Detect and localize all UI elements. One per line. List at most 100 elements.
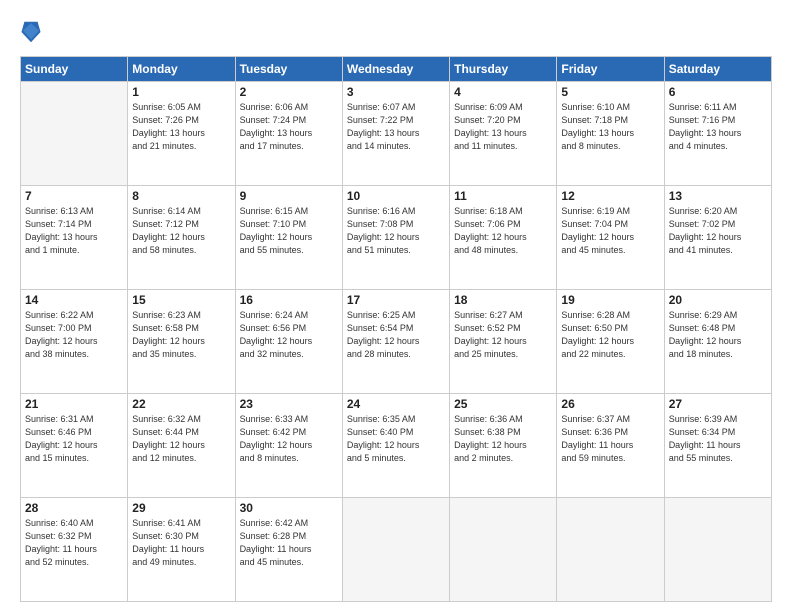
day-info: Sunrise: 6:19 AM Sunset: 7:04 PM Dayligh… <box>561 205 659 257</box>
week-row-4: 21 Sunrise: 6:31 AM Sunset: 6:46 PM Dayli… <box>21 394 772 498</box>
calendar-cell: 29 Sunrise: 6:41 AM Sunset: 6:30 PM Dayli… <box>128 498 235 602</box>
day-info: Sunrise: 6:31 AM Sunset: 6:46 PM Dayligh… <box>25 413 123 465</box>
day-info: Sunrise: 6:40 AM Sunset: 6:32 PM Dayligh… <box>25 517 123 569</box>
day-number: 4 <box>454 85 552 99</box>
day-info: Sunrise: 6:36 AM Sunset: 6:38 PM Dayligh… <box>454 413 552 465</box>
day-number: 14 <box>25 293 123 307</box>
weekday-header-wednesday: Wednesday <box>342 57 449 82</box>
day-number: 1 <box>132 85 230 99</box>
day-number: 2 <box>240 85 338 99</box>
calendar-cell <box>664 498 771 602</box>
day-info: Sunrise: 6:07 AM Sunset: 7:22 PM Dayligh… <box>347 101 445 153</box>
calendar-cell: 8Sunrise: 6:14 AM Sunset: 7:12 PM Daylig… <box>128 186 235 290</box>
week-row-5: 28 Sunrise: 6:40 AM Sunset: 6:32 PM Dayli… <box>21 498 772 602</box>
day-number: 16 <box>240 293 338 307</box>
calendar-cell: 23 Sunrise: 6:33 AM Sunset: 6:42 PM Dayli… <box>235 394 342 498</box>
day-info: Sunrise: 6:41 AM Sunset: 6:30 PM Dayligh… <box>132 517 230 569</box>
week-row-3: 14 Sunrise: 6:22 AM Sunset: 7:00 PM Dayli… <box>21 290 772 394</box>
day-number: 28 <box>25 501 123 515</box>
calendar-cell: 21 Sunrise: 6:31 AM Sunset: 6:46 PM Dayli… <box>21 394 128 498</box>
calendar-cell: 28 Sunrise: 6:40 AM Sunset: 6:32 PM Dayli… <box>21 498 128 602</box>
weekday-header-row: SundayMondayTuesdayWednesdayThursdayFrid… <box>21 57 772 82</box>
day-info: Sunrise: 6:18 AM Sunset: 7:06 PM Dayligh… <box>454 205 552 257</box>
calendar-cell <box>342 498 449 602</box>
day-info: Sunrise: 6:33 AM Sunset: 6:42 PM Dayligh… <box>240 413 338 465</box>
calendar-cell: 19 Sunrise: 6:28 AM Sunset: 6:50 PM Dayli… <box>557 290 664 394</box>
calendar-cell: 20 Sunrise: 6:29 AM Sunset: 6:48 PM Dayli… <box>664 290 771 394</box>
day-number: 21 <box>25 397 123 411</box>
day-info: Sunrise: 6:35 AM Sunset: 6:40 PM Dayligh… <box>347 413 445 465</box>
calendar-cell: 27Sunrise: 6:39 AM Sunset: 6:34 PM Dayli… <box>664 394 771 498</box>
calendar-cell: 15 Sunrise: 6:23 AM Sunset: 6:58 PM Dayli… <box>128 290 235 394</box>
weekday-header-saturday: Saturday <box>664 57 771 82</box>
calendar-cell: 1Sunrise: 6:05 AM Sunset: 7:26 PM Daylig… <box>128 82 235 186</box>
day-info: Sunrise: 6:24 AM Sunset: 6:56 PM Dayligh… <box>240 309 338 361</box>
day-info: Sunrise: 6:22 AM Sunset: 7:00 PM Dayligh… <box>25 309 123 361</box>
calendar-cell: 22 Sunrise: 6:32 AM Sunset: 6:44 PM Dayli… <box>128 394 235 498</box>
calendar-cell: 24 Sunrise: 6:35 AM Sunset: 6:40 PM Dayli… <box>342 394 449 498</box>
day-number: 5 <box>561 85 659 99</box>
day-number: 29 <box>132 501 230 515</box>
day-number: 9 <box>240 189 338 203</box>
day-number: 13 <box>669 189 767 203</box>
calendar-cell: 9 Sunrise: 6:15 AM Sunset: 7:10 PM Daylig… <box>235 186 342 290</box>
calendar-cell: 4Sunrise: 6:09 AM Sunset: 7:20 PM Daylig… <box>450 82 557 186</box>
day-info: Sunrise: 6:10 AM Sunset: 7:18 PM Dayligh… <box>561 101 659 153</box>
day-number: 24 <box>347 397 445 411</box>
calendar-cell: 7Sunrise: 6:13 AM Sunset: 7:14 PM Daylig… <box>21 186 128 290</box>
calendar-cell: 5 Sunrise: 6:10 AM Sunset: 7:18 PM Daylig… <box>557 82 664 186</box>
day-number: 27 <box>669 397 767 411</box>
weekday-header-sunday: Sunday <box>21 57 128 82</box>
day-number: 25 <box>454 397 552 411</box>
calendar-cell <box>557 498 664 602</box>
day-number: 10 <box>347 189 445 203</box>
header <box>20 18 772 46</box>
day-info: Sunrise: 6:28 AM Sunset: 6:50 PM Dayligh… <box>561 309 659 361</box>
day-info: Sunrise: 6:23 AM Sunset: 6:58 PM Dayligh… <box>132 309 230 361</box>
day-info: Sunrise: 6:42 AM Sunset: 6:28 PM Dayligh… <box>240 517 338 569</box>
day-number: 6 <box>669 85 767 99</box>
day-info: Sunrise: 6:20 AM Sunset: 7:02 PM Dayligh… <box>669 205 767 257</box>
calendar-cell: 6 Sunrise: 6:11 AM Sunset: 7:16 PM Daylig… <box>664 82 771 186</box>
day-number: 17 <box>347 293 445 307</box>
day-number: 3 <box>347 85 445 99</box>
weekday-header-monday: Monday <box>128 57 235 82</box>
day-number: 11 <box>454 189 552 203</box>
day-info: Sunrise: 6:29 AM Sunset: 6:48 PM Dayligh… <box>669 309 767 361</box>
calendar-cell: 14 Sunrise: 6:22 AM Sunset: 7:00 PM Dayli… <box>21 290 128 394</box>
calendar-cell: 12 Sunrise: 6:19 AM Sunset: 7:04 PM Dayli… <box>557 186 664 290</box>
day-info: Sunrise: 6:25 AM Sunset: 6:54 PM Dayligh… <box>347 309 445 361</box>
weekday-header-thursday: Thursday <box>450 57 557 82</box>
calendar-cell <box>450 498 557 602</box>
day-info: Sunrise: 6:27 AM Sunset: 6:52 PM Dayligh… <box>454 309 552 361</box>
day-number: 22 <box>132 397 230 411</box>
day-info: Sunrise: 6:32 AM Sunset: 6:44 PM Dayligh… <box>132 413 230 465</box>
calendar-cell: 30Sunrise: 6:42 AM Sunset: 6:28 PM Dayli… <box>235 498 342 602</box>
calendar-cell: 13 Sunrise: 6:20 AM Sunset: 7:02 PM Dayli… <box>664 186 771 290</box>
day-info: Sunrise: 6:06 AM Sunset: 7:24 PM Dayligh… <box>240 101 338 153</box>
calendar-cell: 17 Sunrise: 6:25 AM Sunset: 6:54 PM Dayli… <box>342 290 449 394</box>
day-info: Sunrise: 6:11 AM Sunset: 7:16 PM Dayligh… <box>669 101 767 153</box>
day-number: 26 <box>561 397 659 411</box>
day-number: 23 <box>240 397 338 411</box>
day-number: 20 <box>669 293 767 307</box>
logo <box>20 18 46 46</box>
day-info: Sunrise: 6:16 AM Sunset: 7:08 PM Dayligh… <box>347 205 445 257</box>
calendar-cell: 25 Sunrise: 6:36 AM Sunset: 6:38 PM Dayli… <box>450 394 557 498</box>
weekday-header-friday: Friday <box>557 57 664 82</box>
week-row-1: 1Sunrise: 6:05 AM Sunset: 7:26 PM Daylig… <box>21 82 772 186</box>
weekday-header-tuesday: Tuesday <box>235 57 342 82</box>
calendar-cell: 18Sunrise: 6:27 AM Sunset: 6:52 PM Dayli… <box>450 290 557 394</box>
calendar: SundayMondayTuesdayWednesdayThursdayFrid… <box>20 56 772 602</box>
day-info: Sunrise: 6:14 AM Sunset: 7:12 PM Dayligh… <box>132 205 230 257</box>
day-info: Sunrise: 6:15 AM Sunset: 7:10 PM Dayligh… <box>240 205 338 257</box>
calendar-cell: 10 Sunrise: 6:16 AM Sunset: 7:08 PM Dayli… <box>342 186 449 290</box>
day-info: Sunrise: 6:13 AM Sunset: 7:14 PM Dayligh… <box>25 205 123 257</box>
calendar-cell: 2 Sunrise: 6:06 AM Sunset: 7:24 PM Daylig… <box>235 82 342 186</box>
day-number: 15 <box>132 293 230 307</box>
day-info: Sunrise: 6:37 AM Sunset: 6:36 PM Dayligh… <box>561 413 659 465</box>
day-number: 12 <box>561 189 659 203</box>
day-number: 19 <box>561 293 659 307</box>
calendar-cell: 26 Sunrise: 6:37 AM Sunset: 6:36 PM Dayli… <box>557 394 664 498</box>
calendar-cell <box>21 82 128 186</box>
